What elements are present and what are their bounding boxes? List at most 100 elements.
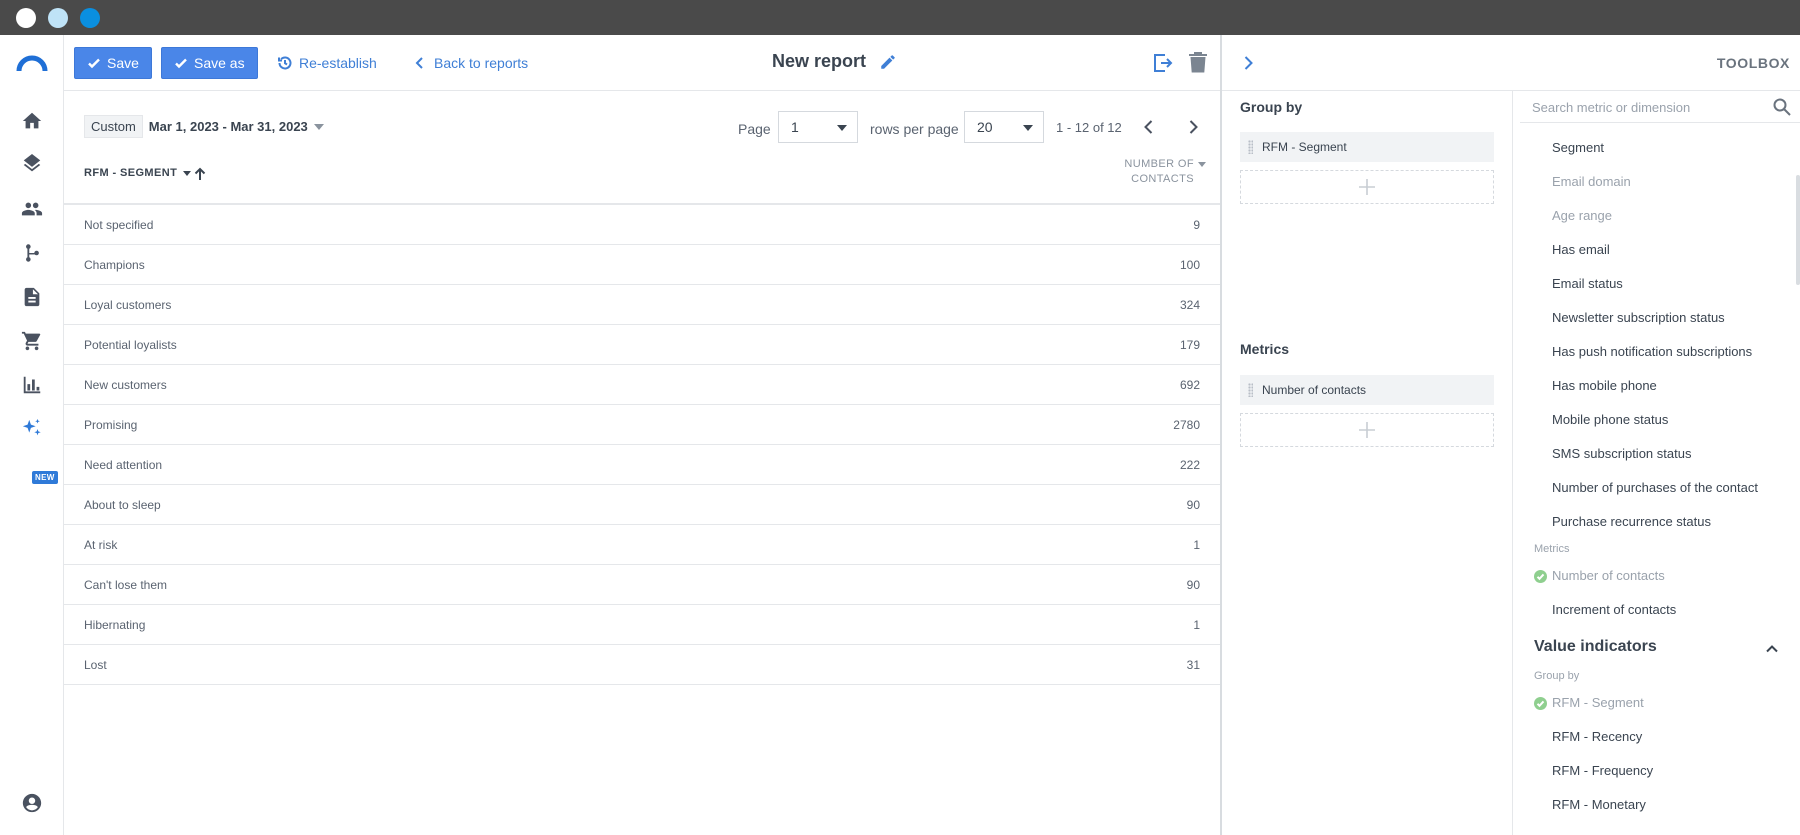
table-row[interactable]: At risk 1	[64, 525, 1220, 565]
field-item-mobile-status[interactable]: Mobile phone status	[1552, 412, 1668, 427]
layers-icon[interactable]	[20, 153, 44, 177]
history-icon	[278, 56, 292, 70]
toolbox-header: TOOLBOX	[1222, 35, 1800, 91]
field-item-num-contacts[interactable]: Number of contacts	[1552, 568, 1665, 583]
field-item-email-status[interactable]: Email status	[1552, 276, 1623, 291]
cart-icon[interactable]	[20, 329, 44, 353]
table-row[interactable]: About to sleep 90	[64, 485, 1220, 525]
contacts-icon[interactable]	[20, 197, 44, 221]
field-list: Segment Email domain Age range Has email…	[1520, 123, 1792, 835]
dimension-column-header[interactable]: RFM - SEGMENT	[84, 167, 192, 179]
table-row[interactable]: Promising 2780	[64, 405, 1220, 445]
field-item-rfm-recency[interactable]: RFM - Recency	[1552, 729, 1642, 744]
workflow-icon[interactable]	[20, 241, 44, 265]
chevron-right-icon[interactable]	[1238, 53, 1258, 73]
pager-count: 1 - 12 of 12	[1056, 120, 1122, 135]
row-value: 324	[1179, 297, 1200, 312]
page-select-value: 1	[791, 119, 799, 135]
account-icon[interactable]	[20, 791, 44, 815]
field-item-age-range[interactable]: Age range	[1552, 208, 1612, 223]
export-icon[interactable]	[1150, 51, 1174, 75]
field-item-has-email[interactable]: Has email	[1552, 242, 1610, 257]
next-page-icon[interactable]	[1183, 117, 1203, 137]
metrics-title: Metrics	[1240, 341, 1290, 357]
check-icon	[88, 58, 100, 69]
table-row[interactable]: Lost 31	[64, 645, 1220, 685]
save-button[interactable]: Save	[74, 47, 152, 79]
rows-per-page-select[interactable]: 20	[964, 111, 1044, 143]
table-row[interactable]: Potential loyalists 179	[64, 325, 1220, 365]
window-minimize-dot[interactable]	[48, 8, 68, 28]
field-item-newsletter-status[interactable]: Newsletter subscription status	[1552, 310, 1725, 325]
drag-handle-icon[interactable]	[1248, 383, 1253, 397]
back-to-reports-link[interactable]: Back to reports	[412, 47, 528, 79]
row-label: Champions	[84, 257, 145, 272]
table-row[interactable]: Need attention 222	[64, 445, 1220, 485]
table-row[interactable]: Not specified 9	[64, 205, 1220, 245]
new-badge: NEW	[32, 471, 58, 484]
drag-handle-icon[interactable]	[1248, 140, 1253, 154]
field-item-increment-contacts[interactable]: Increment of contacts	[1552, 602, 1676, 617]
metrics-chip-label: Number of contacts	[1262, 383, 1367, 397]
reestablish-button[interactable]: Re-establish	[277, 47, 377, 79]
field-item-num-purchases[interactable]: Number of purchases of the contact	[1552, 480, 1758, 495]
metrics-dropzone[interactable]	[1240, 413, 1494, 447]
metric-header-line1: NUMBER OF	[1124, 158, 1194, 170]
metrics-chip[interactable]: Number of contacts	[1240, 375, 1494, 405]
row-label: Hibernating	[84, 617, 146, 632]
table-row[interactable]: Hibernating 1	[64, 605, 1220, 645]
left-nav: NEW	[0, 35, 64, 835]
field-item-sms-status[interactable]: SMS subscription status	[1552, 446, 1691, 461]
prev-page-icon[interactable]	[1139, 117, 1159, 137]
row-label: Not specified	[84, 217, 154, 232]
bar-chart-icon[interactable]	[20, 373, 44, 397]
home-icon[interactable]	[20, 109, 44, 133]
search-icon[interactable]	[1772, 97, 1792, 117]
pencil-icon[interactable]	[879, 53, 897, 71]
brand-logo-icon[interactable]	[16, 53, 48, 73]
field-item-email-domain[interactable]: Email domain	[1552, 174, 1631, 189]
caret-down-icon	[837, 125, 847, 131]
row-value: 2780	[1173, 417, 1200, 432]
group-by-chip-label: RFM - Segment	[1262, 140, 1347, 154]
row-label: New customers	[84, 377, 167, 392]
sort-ascending-icon[interactable]	[192, 166, 208, 182]
document-icon[interactable]	[20, 285, 44, 309]
field-list-scrollbar[interactable]	[1796, 175, 1800, 285]
sparkles-icon[interactable]	[20, 417, 44, 441]
row-label: Can't lose them	[84, 577, 167, 592]
group-by-dropzone[interactable]	[1240, 170, 1494, 204]
window-titlebar	[0, 0, 1800, 35]
toolbox-title: TOOLBOX	[1716, 55, 1790, 71]
metric-column-header[interactable]: NUMBER OF CONTACTS	[1114, 157, 1206, 187]
value-group-by-label: Group by	[1534, 670, 1580, 682]
save-as-button[interactable]: Save as	[161, 47, 258, 79]
row-value: 9	[1193, 217, 1200, 232]
page-label: Page	[738, 121, 771, 137]
page-select[interactable]: 1	[778, 111, 858, 143]
group-by-chip[interactable]: RFM - Segment	[1240, 132, 1494, 162]
row-value: 179	[1179, 337, 1200, 352]
window-maximize-dot[interactable]	[80, 8, 100, 28]
table-row[interactable]: Can't lose them 90	[64, 565, 1220, 605]
chevron-up-icon[interactable]	[1764, 641, 1780, 657]
field-item-has-mobile[interactable]: Has mobile phone	[1552, 378, 1657, 393]
check-circle-icon	[1534, 697, 1547, 710]
table-row[interactable]: Champions 100	[64, 245, 1220, 285]
field-item-segment[interactable]: Segment	[1552, 140, 1604, 155]
field-item-rfm-monetary[interactable]: RFM - Monetary	[1552, 797, 1646, 812]
field-item-rfm-segment[interactable]: RFM - Segment	[1552, 695, 1644, 710]
trash-icon[interactable]	[1188, 51, 1208, 73]
table-row[interactable]: New customers 692	[64, 365, 1220, 405]
window-close-dot[interactable]	[16, 8, 36, 28]
toolbox-divider	[1512, 91, 1513, 835]
plus-icon	[1359, 179, 1375, 195]
report-title: New report	[772, 51, 867, 71]
date-range-filter[interactable]: Custom Mar 1, 2023 - Mar 31, 2023	[84, 115, 324, 138]
field-search-input[interactable]	[1520, 91, 1770, 123]
value-indicators-title[interactable]: Value indicators	[1534, 638, 1657, 656]
field-item-has-push[interactable]: Has push notification subscriptions	[1552, 344, 1752, 359]
field-item-purchase-recurrence[interactable]: Purchase recurrence status	[1552, 514, 1711, 529]
table-row[interactable]: Loyal customers 324	[64, 285, 1220, 325]
field-item-rfm-frequency[interactable]: RFM - Frequency	[1552, 763, 1653, 778]
